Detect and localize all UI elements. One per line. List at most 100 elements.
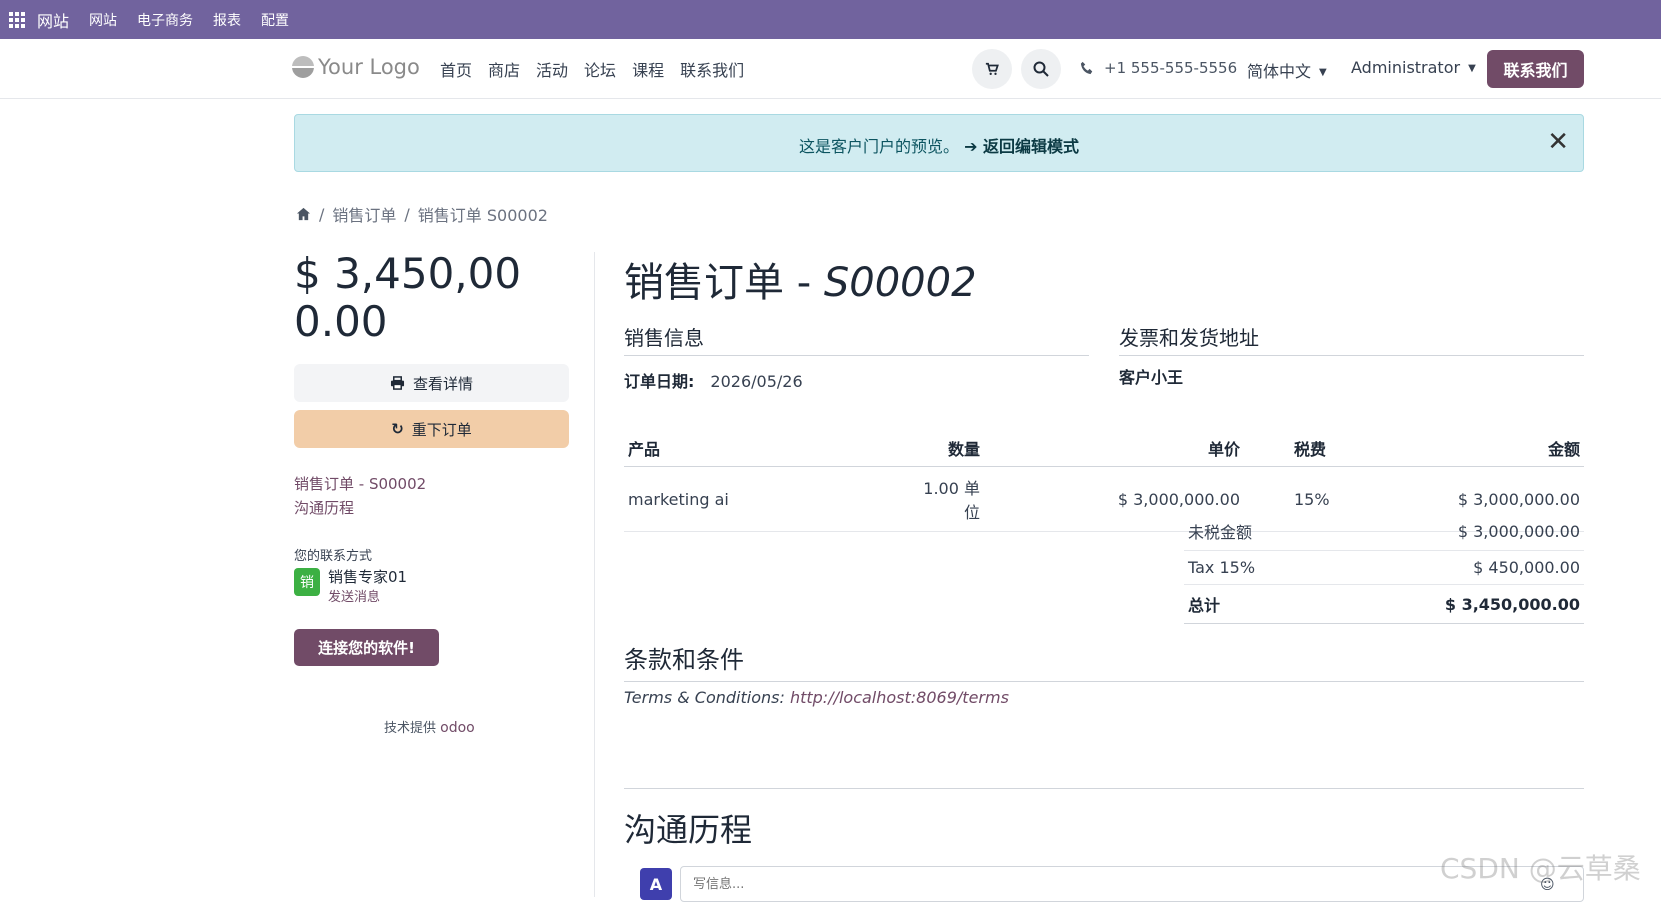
breadcrumb-separator: / [404, 204, 410, 224]
top-menu-reports[interactable]: 报表 [213, 10, 241, 30]
reorder-button[interactable]: ↻ 重下订单 [294, 410, 569, 448]
tax-label: Tax 15% [1184, 550, 1322, 585]
powered-by-label: 技术提供 [384, 721, 437, 736]
language-dropdown[interactable]: 简体中文 ▼ [1247, 58, 1327, 82]
alert-text: 这是客户门户的预览。 [798, 137, 959, 156]
salesperson-name: 销售专家01 [328, 568, 408, 586]
terms-text: Terms & Conditions: http://localhost:806… [624, 688, 1009, 707]
tax-value: $ 450,000.00 [1321, 550, 1584, 585]
terms-label: Terms & Conditions: [624, 688, 790, 707]
view-details-label: 查看详情 [412, 374, 473, 393]
breadcrumb-separator: / [319, 204, 325, 224]
chevron-down-icon: ▼ [1468, 63, 1476, 74]
nav-link-courses[interactable]: 课程 [632, 57, 664, 81]
history-heading: 沟通历程 [624, 811, 753, 849]
nav-link-contact[interactable]: 联系我们 [680, 57, 744, 81]
contact-us-button[interactable]: 联系我们 [1487, 50, 1584, 88]
totals-row-grand: 总计 $ 3,450,000.00 [1184, 584, 1584, 624]
untaxed-label: 未税金额 [1184, 512, 1322, 551]
order-main: 销售订单 - S00002 销售信息 发票和发货地址 订单日期: 2026/05/… [624, 250, 1584, 902]
printer-icon [390, 376, 405, 390]
nav-links: 首页 商店 活动 论坛 课程 联系我们 [440, 57, 744, 81]
nav-link-events[interactable]: 活动 [536, 57, 568, 81]
logo-icon [292, 56, 314, 78]
sidebar-link-history[interactable]: 沟通历程 [294, 496, 426, 520]
col-amount: 金额 [1364, 430, 1584, 467]
order-date-label: 订单日期: [624, 372, 695, 391]
page-title: 销售订单 - S00002 [624, 250, 1584, 308]
phone-link[interactable]: +1 555-555-5556 [1080, 59, 1237, 77]
language-label: 简体中文 [1247, 62, 1312, 81]
refresh-icon: ↻ [391, 420, 404, 438]
odoo-logo[interactable]: odoo [440, 720, 475, 736]
order-total-amount: $ 3,450,000.00 [294, 249, 522, 346]
user-name: Administrator [1351, 58, 1461, 77]
breadcrumb: / 销售订单 / 销售订单 S00002 [296, 202, 548, 226]
top-menu-config[interactable]: 配置 [261, 10, 289, 30]
column-divider [594, 252, 595, 897]
total-label: 总计 [1184, 584, 1322, 624]
avatar: 销 [294, 568, 320, 596]
home-icon[interactable] [296, 207, 311, 221]
terms-link[interactable]: http://localhost:8069/terms [790, 688, 1009, 707]
phone-number: +1 555-555-5556 [1104, 59, 1238, 77]
sales-info-heading: 销售信息 [624, 322, 1089, 356]
address-heading: 发票和发货地址 [1119, 322, 1584, 356]
title-prefix: 销售订单 - [624, 260, 824, 306]
emoji-icon[interactable]: ☺ [1540, 877, 1555, 893]
order-date-value: 2026/05/26 [710, 372, 803, 391]
cart-button[interactable] [972, 49, 1012, 89]
breadcrumb-sales-orders[interactable]: 销售订单 [332, 202, 396, 226]
sidebar-link-order[interactable]: 销售订单 - S00002 [294, 472, 426, 496]
reorder-label: 重下订单 [411, 420, 472, 439]
col-price: 单价 [984, 430, 1244, 467]
send-message-link[interactable]: 发送消息 [328, 586, 407, 605]
order-date: 订单日期: 2026/05/26 [624, 368, 803, 392]
connect-software-button[interactable]: 连接您的软件! [294, 629, 439, 666]
preview-alert: 这是客户门户的预览。 ➔ 返回编辑模式 ✕ [294, 114, 1584, 172]
powered-by: 技术提供 odoo [384, 717, 475, 736]
sidebar-nav: 销售订单 - S00002 沟通历程 [294, 472, 426, 520]
col-tax: 税费 [1244, 430, 1364, 467]
col-qty: 数量 [904, 430, 984, 467]
table-header-row: 产品 数量 单价 税费 金额 [624, 430, 1584, 467]
phone-icon [1080, 61, 1093, 75]
site-logo[interactable]: Your Logo [292, 55, 420, 79]
untaxed-value: $ 3,000,000.00 [1321, 512, 1584, 551]
top-menu-website[interactable]: 网站 [89, 10, 117, 30]
user-dropdown[interactable]: Administrator ▼ [1351, 58, 1476, 77]
total-value: $ 3,450,000.00 [1321, 584, 1584, 624]
totals-row-untaxed: 未税金额 $ 3,000,000.00 [1184, 512, 1584, 551]
cart-icon [985, 62, 999, 75]
line-qty: 1.00 单位 [904, 466, 984, 532]
nav-link-forum[interactable]: 论坛 [584, 57, 616, 81]
top-menu-bar: 网站 网站 电子商务 报表 配置 [0, 0, 1661, 39]
website-navbar: Your Logo 首页 商店 活动 论坛 课程 联系我们 +1 555-555… [0, 39, 1661, 99]
order-sidebar: $ 3,450,000.00 查看详情 ↻ 重下订单 销售订单 - S00002… [294, 249, 569, 736]
logo-text: Your Logo [318, 55, 420, 79]
nav-link-home[interactable]: 首页 [440, 57, 472, 81]
top-menu-brand[interactable]: 网站 [37, 8, 69, 32]
totals-table: 未税金额 $ 3,000,000.00 Tax 15% $ 450,000.00… [1184, 512, 1584, 624]
history-divider [624, 788, 1584, 789]
alert-message: 这是客户门户的预览。 ➔ 返回编辑模式 [295, 133, 1583, 157]
apps-grid-icon[interactable] [9, 11, 25, 28]
breadcrumb-current: 销售订单 S00002 [417, 206, 548, 225]
totals-row-tax: Tax 15% $ 450,000.00 [1184, 550, 1584, 585]
line-product: marketing ai [624, 466, 904, 532]
avatar: A [640, 868, 672, 900]
salesperson-contact: 销 销售专家01 发送消息 [294, 568, 407, 605]
terms-heading: 条款和条件 [624, 640, 1584, 682]
search-icon [1033, 61, 1049, 77]
top-menu-ecommerce[interactable]: 电子商务 [137, 10, 193, 30]
close-icon[interactable]: ✕ [1547, 127, 1569, 157]
back-to-edit-link[interactable]: ➔ 返回编辑模式 [964, 137, 1079, 156]
col-product: 产品 [624, 430, 904, 467]
view-details-button[interactable]: 查看详情 [294, 364, 569, 402]
nav-link-shop[interactable]: 商店 [488, 57, 520, 81]
search-button[interactable] [1021, 49, 1061, 89]
chevron-down-icon: ▼ [1319, 67, 1327, 78]
contact-label: 您的联系方式 [294, 549, 373, 564]
customer-name: 客户小王 [1119, 368, 1184, 387]
title-number: S00002 [823, 260, 977, 306]
